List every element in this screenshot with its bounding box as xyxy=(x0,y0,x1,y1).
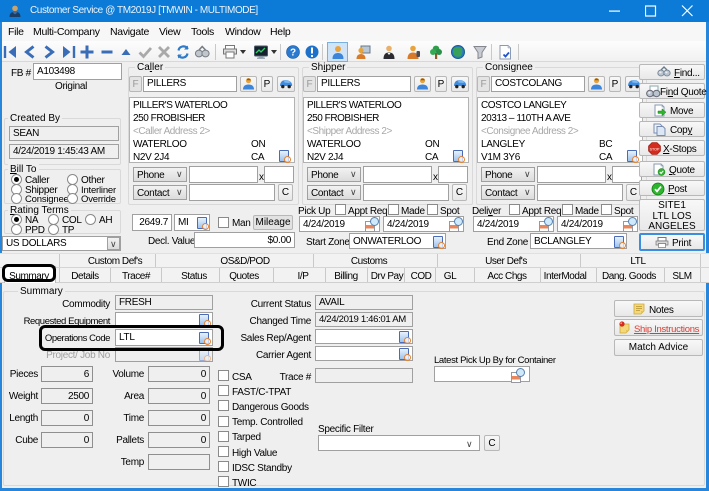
svg-text:?: ? xyxy=(290,48,296,59)
svg-text:STOP: STOP xyxy=(650,148,660,152)
